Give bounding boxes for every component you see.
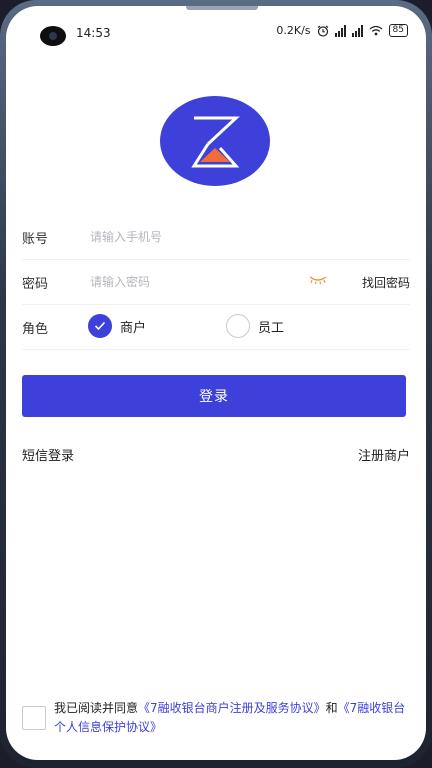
agreement-and: 和 [325, 701, 338, 715]
status-bar: 14:53 0.2K/s 85 [6, 6, 426, 50]
role-label: 角色 [22, 321, 49, 337]
screen: 14:53 0.2K/s 85 账号 请输入手机号 密码 找回密码 角色 商户 … [6, 6, 426, 760]
hourglass-logo-icon [191, 116, 240, 168]
radio-checked-icon[interactable] [88, 314, 112, 338]
agreement-prefix: 我已阅读并同意 [54, 701, 139, 715]
net-speed: 0.2K/s [276, 24, 311, 37]
alarm-icon [317, 25, 328, 37]
battery-icon: 85 [388, 24, 408, 37]
password-input[interactable] [88, 274, 292, 290]
account-row: 账号 [22, 215, 410, 260]
app-logo [160, 96, 270, 186]
status-icons: 0.2K/s 85 [276, 24, 408, 37]
role-option-staff[interactable]: 员工 [226, 314, 284, 338]
password-label: 密码 [22, 276, 49, 292]
phone-input[interactable] [88, 229, 292, 245]
agreement-section: 我已阅读并同意《7融收银台商户注册及服务协议》和《7融收银台个人信息保护协议》 [22, 698, 414, 744]
agreement-text: 我已阅读并同意《7融收银台商户注册及服务协议》和《7融收银台个人信息保护协议》 [54, 699, 414, 737]
login-button[interactable]: 登录 [22, 375, 406, 417]
radio-unchecked-icon[interactable] [226, 314, 250, 338]
signal-hd-icon [351, 24, 363, 37]
phone-frame: 14:53 0.2K/s 85 账号 请输入手机号 密码 找回密码 角色 商户 … [0, 0, 432, 768]
account-label: 账号 [22, 231, 49, 247]
agreement-checkbox[interactable] [22, 706, 46, 730]
forgot-password-link[interactable]: 找回密码 [362, 274, 410, 291]
role-row: 角色 商户 员工 [22, 305, 410, 350]
sms-login-link[interactable]: 短信登录 [22, 445, 74, 464]
merchant-agreement-link[interactable]: 《7融收银台商户注册及服务协议》 [138, 701, 326, 715]
role-staff-label: 员工 [258, 320, 285, 336]
signal-icon [334, 24, 346, 37]
wifi-icon [369, 25, 382, 36]
password-row: 密码 找回密码 [22, 260, 410, 305]
register-merchant-link[interactable]: 注册商户 [358, 445, 410, 464]
role-option-merchant[interactable]: 商户 [88, 314, 146, 338]
role-merchant-label: 商户 [120, 320, 147, 336]
eye-closed-icon[interactable] [308, 275, 328, 285]
status-time: 14:53 [76, 26, 111, 40]
front-camera-icon [40, 26, 66, 46]
